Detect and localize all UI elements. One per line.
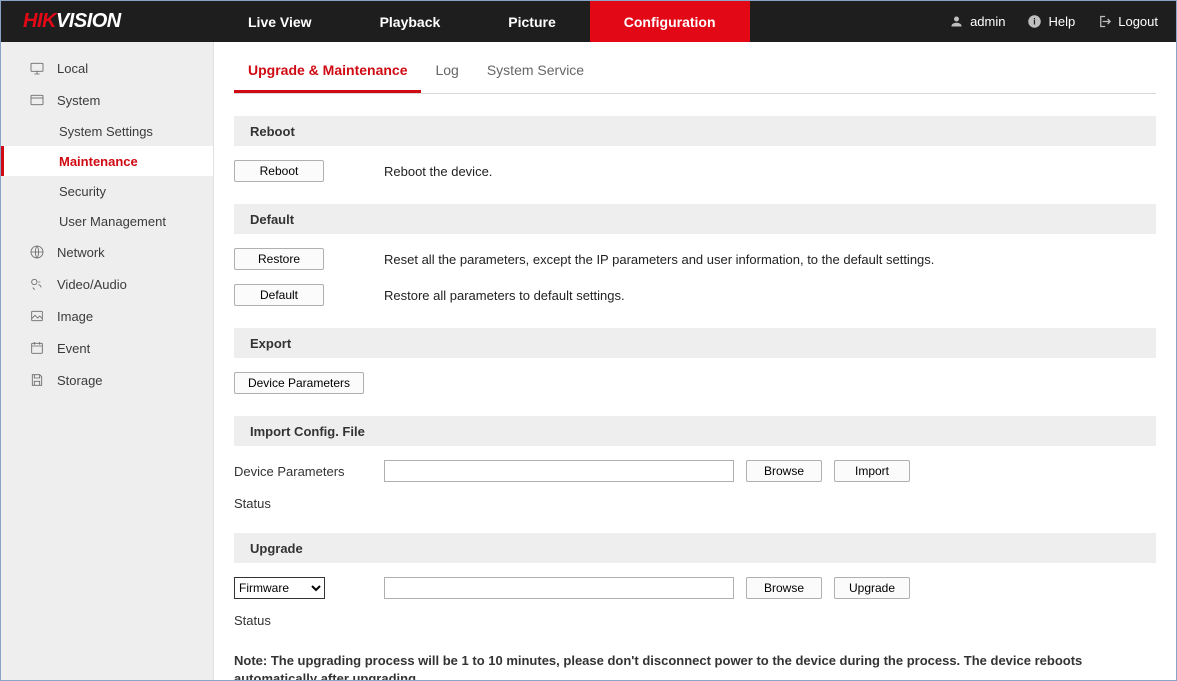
content-tabs: Upgrade & Maintenance Log System Service	[234, 50, 1156, 94]
user-label: admin	[970, 14, 1005, 29]
sidebar-item-security[interactable]: Security	[1, 176, 213, 206]
monitor-icon	[29, 60, 45, 76]
user-icon	[949, 14, 964, 29]
sidebar-item-label: Event	[57, 341, 90, 356]
sidebar-item-label: Image	[57, 309, 93, 324]
section-reboot: Reboot Reboot Reboot the device.	[234, 116, 1156, 182]
restore-desc: Reset all the parameters, except the IP …	[384, 252, 934, 267]
camera-audio-icon	[29, 276, 45, 292]
sidebar-item-system[interactable]: System	[1, 84, 213, 116]
content: Upgrade & Maintenance Log System Service…	[214, 42, 1176, 680]
save-icon	[29, 372, 45, 388]
help-icon: i	[1027, 14, 1042, 29]
section-title: Export	[234, 328, 1156, 358]
nav-playback[interactable]: Playback	[346, 1, 475, 42]
globe-icon	[29, 244, 45, 260]
section-import: Import Config. File Device Parameters Br…	[234, 416, 1156, 511]
tab-system-service[interactable]: System Service	[473, 50, 598, 93]
section-title: Upgrade	[234, 533, 1156, 563]
tab-upgrade-maintenance[interactable]: Upgrade & Maintenance	[234, 50, 421, 93]
section-default: Default Restore Reset all the parameters…	[234, 204, 1156, 306]
top-nav: Live View Playback Picture Configuration	[214, 1, 949, 42]
sidebar-item-image[interactable]: Image	[1, 300, 213, 332]
nav-picture[interactable]: Picture	[474, 1, 589, 42]
section-title: Import Config. File	[234, 416, 1156, 446]
sidebar-item-maintenance[interactable]: Maintenance	[1, 146, 213, 176]
nav-configuration[interactable]: Configuration	[590, 1, 750, 42]
top-right: admin i Help Logout	[949, 1, 1176, 42]
sidebar-item-label: Local	[57, 61, 88, 76]
section-upgrade: Upgrade Firmware Browse Upgrade Status	[234, 533, 1156, 628]
upgrade-button[interactable]: Upgrade	[834, 577, 910, 599]
logo-white: VISION	[56, 10, 121, 32]
window-icon	[29, 92, 45, 108]
section-title: Default	[234, 204, 1156, 234]
default-desc: Restore all parameters to default settin…	[384, 288, 625, 303]
logo: HIKVISION	[1, 1, 214, 42]
upgrade-type-select[interactable]: Firmware	[234, 577, 325, 599]
import-browse-button[interactable]: Browse	[746, 460, 822, 482]
calendar-icon	[29, 340, 45, 356]
import-path-input[interactable]	[384, 460, 734, 482]
sidebar-item-label: Network	[57, 245, 105, 260]
sidebar-item-storage[interactable]: Storage	[1, 364, 213, 396]
top-bar: HIKVISION Live View Playback Picture Con…	[1, 1, 1176, 42]
image-icon	[29, 308, 45, 324]
tab-log[interactable]: Log	[421, 50, 472, 93]
export-device-parameters-button[interactable]: Device Parameters	[234, 372, 364, 394]
sidebar-item-local[interactable]: Local	[1, 52, 213, 84]
logout-link[interactable]: Logout	[1097, 14, 1158, 29]
help-label: Help	[1048, 14, 1075, 29]
sidebar-item-network[interactable]: Network	[1, 236, 213, 268]
sidebar: Local System System Settings Maintenance…	[1, 42, 214, 680]
svg-text:i: i	[1034, 17, 1036, 27]
sidebar-item-user-management[interactable]: User Management	[1, 206, 213, 236]
user-menu[interactable]: admin	[949, 14, 1005, 29]
logout-label: Logout	[1118, 14, 1158, 29]
help-link[interactable]: i Help	[1027, 14, 1075, 29]
sidebar-item-label: Video/Audio	[57, 277, 127, 292]
logo-red: HIK	[23, 10, 56, 32]
logout-icon	[1097, 14, 1112, 29]
nav-live-view[interactable]: Live View	[214, 1, 346, 42]
section-export: Export Device Parameters	[234, 328, 1156, 394]
import-button[interactable]: Import	[834, 460, 910, 482]
sidebar-item-video-audio[interactable]: Video/Audio	[1, 268, 213, 300]
upgrade-status-label: Status	[234, 613, 271, 628]
upgrade-browse-button[interactable]: Browse	[746, 577, 822, 599]
upgrade-note: Note: The upgrading process will be 1 to…	[234, 652, 1156, 680]
sidebar-item-label: System	[57, 93, 100, 108]
section-title: Reboot	[234, 116, 1156, 146]
restore-button[interactable]: Restore	[234, 248, 324, 270]
import-label: Device Parameters	[234, 464, 384, 479]
sidebar-item-event[interactable]: Event	[1, 332, 213, 364]
sidebar-item-system-settings[interactable]: System Settings	[1, 116, 213, 146]
sidebar-item-label: Storage	[57, 373, 103, 388]
import-status-label: Status	[234, 496, 271, 511]
upgrade-path-input[interactable]	[384, 577, 734, 599]
default-button[interactable]: Default	[234, 284, 324, 306]
reboot-desc: Reboot the device.	[384, 164, 492, 179]
reboot-button[interactable]: Reboot	[234, 160, 324, 182]
